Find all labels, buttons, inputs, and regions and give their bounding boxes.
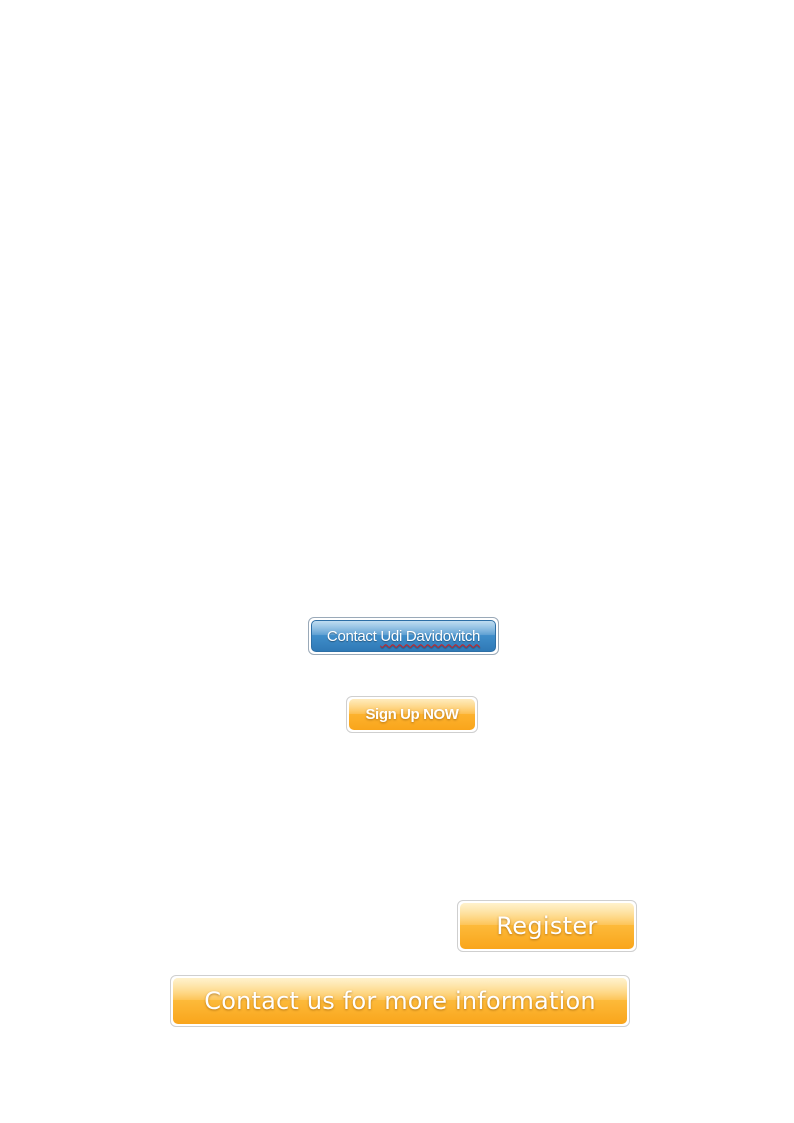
sign-up-now-label: Sign Up NOW: [365, 706, 459, 723]
sign-up-now-button[interactable]: Sign Up NOW: [346, 696, 478, 733]
contact-more-info-button-face[interactable]: Contact us for more information: [173, 978, 627, 1024]
contact-udi-button-face[interactable]: Contact Udi Davidovitch: [311, 620, 496, 652]
contact-udi-label-name: Udi Davidovitch: [380, 627, 481, 645]
register-button-face[interactable]: Register: [460, 903, 634, 949]
contact-more-info-button[interactable]: Contact us for more information: [170, 975, 630, 1027]
contact-more-info-label: Contact us for more information: [204, 987, 596, 1015]
register-label: Register: [496, 912, 598, 940]
document-page: Contact Udi Davidovitch Sign Up NOW Regi…: [0, 0, 794, 1123]
sign-up-now-button-face[interactable]: Sign Up NOW: [349, 699, 475, 730]
contact-udi-button[interactable]: Contact Udi Davidovitch: [308, 617, 499, 655]
register-button[interactable]: Register: [457, 900, 637, 952]
contact-udi-label-prefix: Contact: [326, 627, 381, 645]
contact-udi-label: Contact Udi Davidovitch: [327, 628, 480, 645]
